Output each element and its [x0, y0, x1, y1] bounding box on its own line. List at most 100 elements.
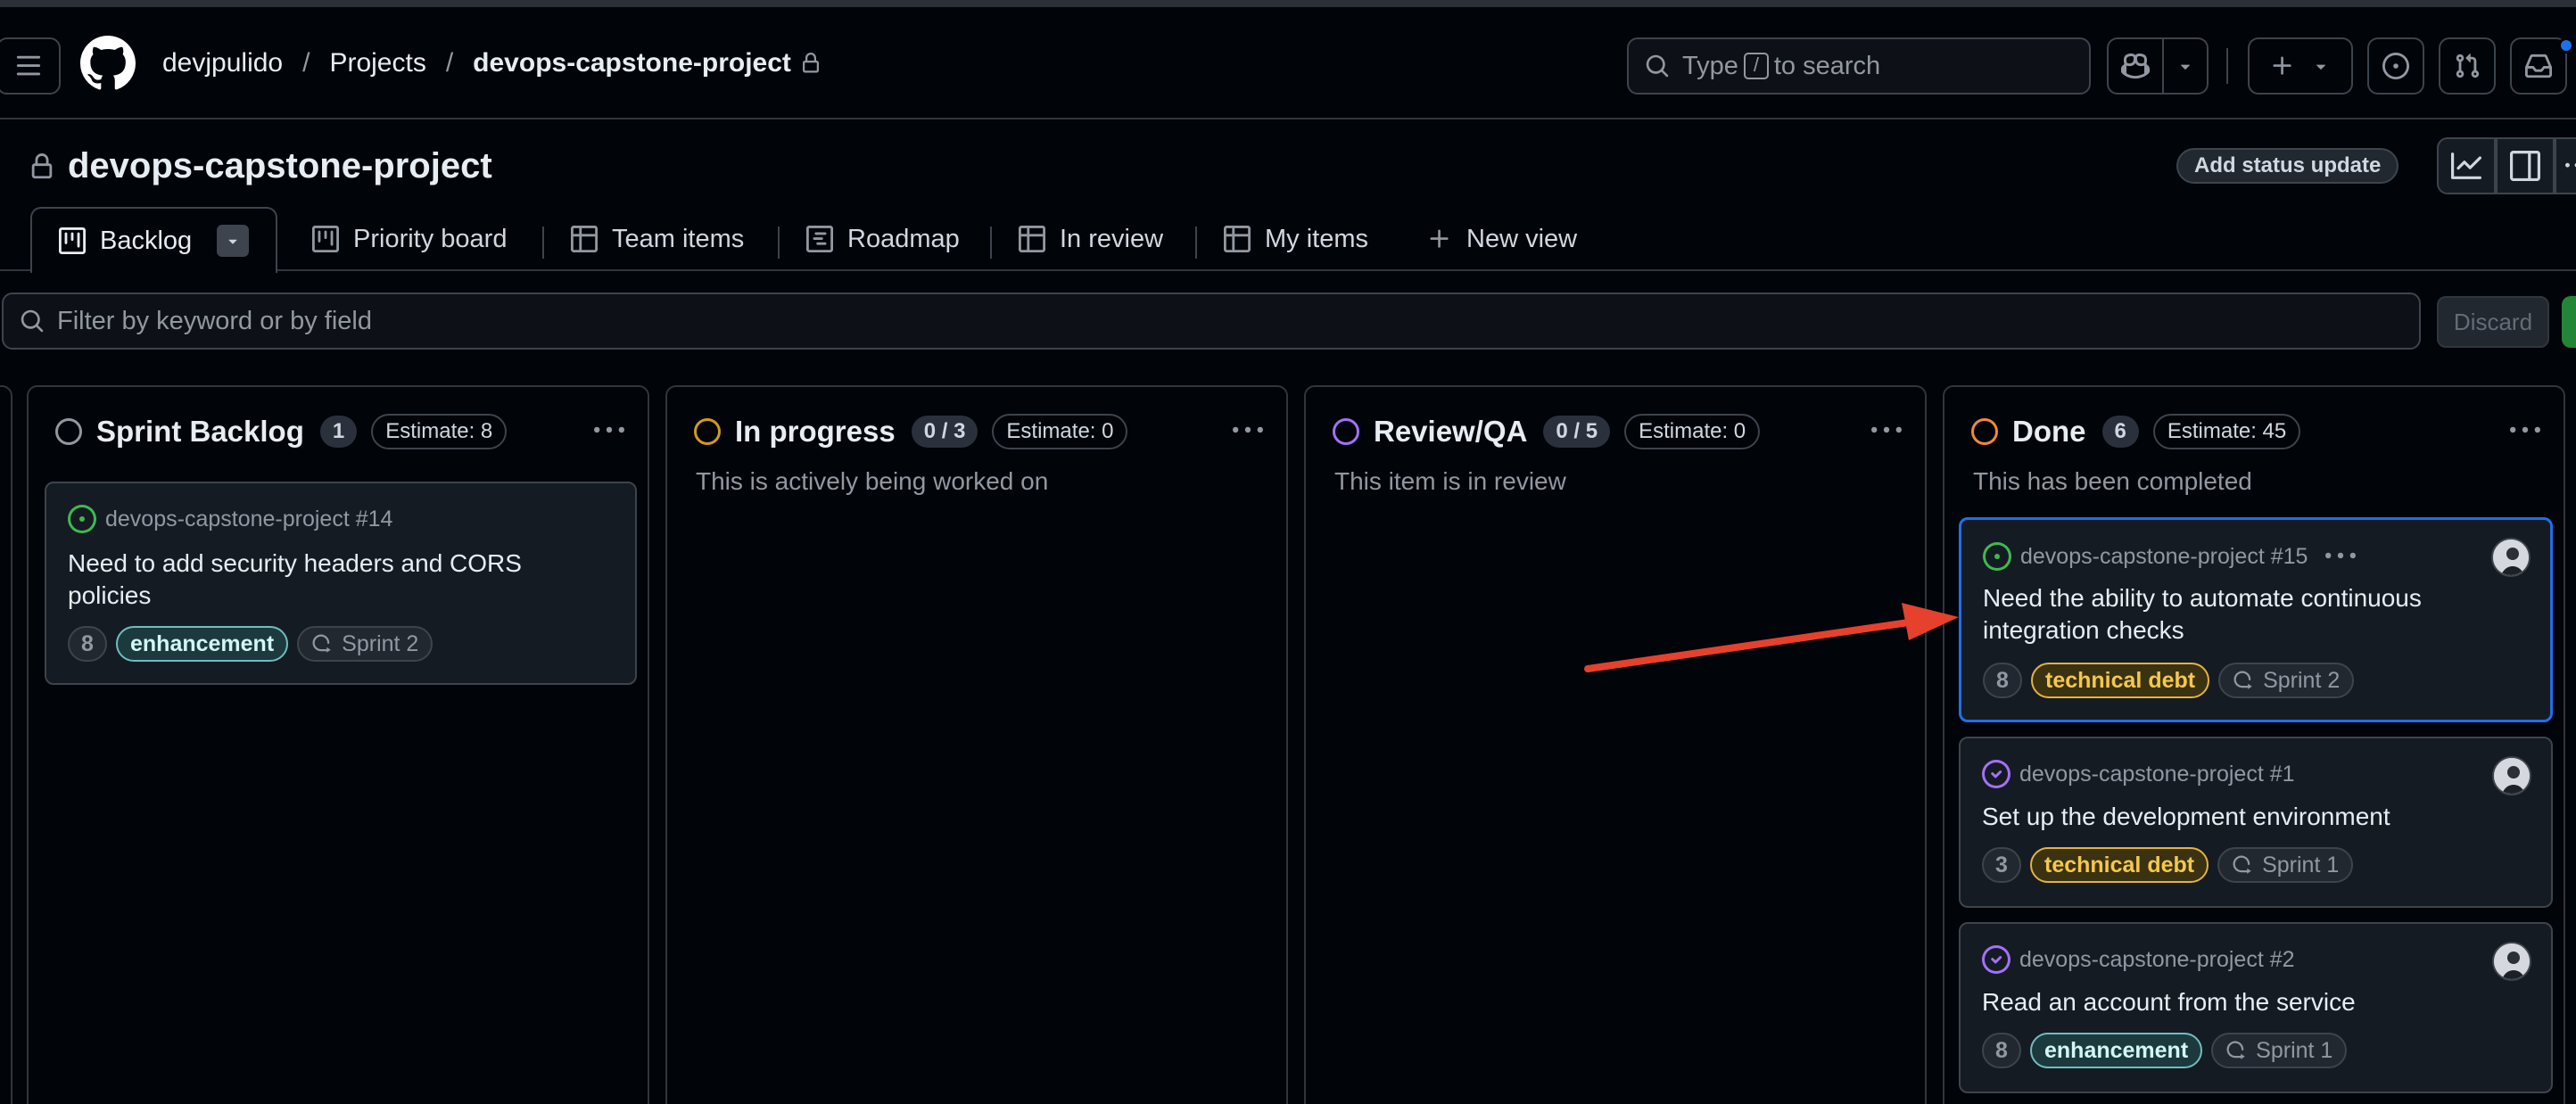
- breadcrumb: devjpulido / Projects / devops-capstone-…: [162, 48, 822, 78]
- breadcrumb-projects[interactable]: Projects: [329, 48, 425, 78]
- column-sprint-backlog: Sprint Backlog 1 Estimate: 8 devops-caps…: [27, 385, 649, 1104]
- issue-card-selected[interactable]: devops-capstone-project #15 Need the abi…: [1959, 517, 2553, 722]
- estimate-pill: 8: [1982, 1033, 2021, 1068]
- iteration-pill: Sprint 2: [297, 626, 433, 662]
- card-title[interactable]: Need the ability to automate continuous …: [1983, 582, 2422, 647]
- card-reference: devops-capstone-project #1: [1982, 760, 2295, 788]
- column-header: Sprint Backlog 1 Estimate: 8: [55, 414, 508, 449]
- label-pill[interactable]: enhancement: [116, 626, 289, 662]
- tab-my-items[interactable]: My items: [1224, 207, 1368, 271]
- column-count: 0 / 3: [911, 416, 978, 448]
- toggle-sidebar-button[interactable]: [2496, 137, 2555, 194]
- search-shortcut-key: /: [1743, 53, 1769, 79]
- column-count: 0 / 5: [1543, 416, 1611, 448]
- plus-icon: [2273, 56, 2291, 75]
- search-icon: [1646, 54, 1669, 78]
- estimate-pill: 3: [1982, 847, 2021, 883]
- column-header: Review/QA 0 / 5 Estimate: 0: [1333, 414, 1761, 449]
- arrow-head: [1902, 603, 1959, 640]
- card-title[interactable]: Need to add security headers and CORS po…: [68, 548, 522, 612]
- assignee-avatar[interactable]: [2492, 756, 2531, 795]
- status-circle-icon: [694, 418, 721, 445]
- kebab-horizontal-icon: [2565, 162, 2576, 168]
- insights-button[interactable]: [2437, 137, 2496, 194]
- sidebar-expand-icon: [2510, 151, 2540, 181]
- card-fields: 8 technical debt Sprint 2: [1983, 663, 2363, 698]
- column-menu-button[interactable]: [2510, 416, 2540, 446]
- annotation-arrow: [1584, 603, 1959, 672]
- card-fields: 3 technical debt Sprint 1: [1982, 847, 2362, 883]
- issue-closed-icon: [1982, 760, 2010, 788]
- assignee-avatar[interactable]: [2491, 538, 2531, 577]
- tab-divider: [990, 227, 992, 259]
- column-estimate: Estimate: 8: [371, 414, 508, 449]
- tab-label: My items: [1265, 224, 1368, 253]
- discard-button[interactable]: Discard: [2437, 296, 2549, 348]
- card-fields: 8 enhancement Sprint 1: [1982, 1033, 2356, 1068]
- issue-card[interactable]: devops-capstone-project #2 Read an accou…: [1959, 922, 2553, 1093]
- kebab-horizontal-icon[interactable]: [2325, 541, 2357, 572]
- card-ref-text[interactable]: devops-capstone-project #14: [105, 507, 392, 532]
- card-ref-text[interactable]: devops-capstone-project #1: [2019, 762, 2295, 787]
- kebab-horizontal-icon: [594, 426, 624, 433]
- assignee-avatar[interactable]: [2492, 942, 2531, 981]
- breadcrumb-owner[interactable]: devjpulido: [162, 48, 283, 78]
- label-pill[interactable]: technical debt: [2030, 847, 2209, 883]
- more-options-button[interactable]: [2555, 137, 2576, 194]
- card-reference: devops-capstone-project #15: [1983, 541, 2365, 572]
- filter-input[interactable]: Filter by keyword or by field: [2, 292, 2421, 350]
- tab-options-caret[interactable]: [217, 225, 250, 257]
- tab-priority-board[interactable]: Priority board: [312, 207, 507, 271]
- plus-icon: [1430, 229, 1449, 248]
- board-icon: [59, 227, 86, 254]
- tab-in-review[interactable]: In review: [1019, 207, 1163, 271]
- tab-roadmap[interactable]: Roadmap: [806, 207, 960, 271]
- menu-button[interactable]: [0, 37, 61, 95]
- column-menu-button[interactable]: [594, 416, 624, 446]
- chevron-down-icon[interactable]: [2164, 56, 2207, 76]
- card-title[interactable]: Set up the development environment: [1982, 801, 2390, 833]
- tab-divider: [778, 227, 780, 259]
- pull-requests-button[interactable]: [2439, 37, 2496, 95]
- tab-divider: [1195, 227, 1197, 259]
- card-title-line: integration checks: [1983, 616, 2184, 644]
- card-title-line: Read an account from the service: [1982, 988, 2356, 1016]
- issue-card[interactable]: devops-capstone-project #1 Set up the de…: [1959, 737, 2553, 908]
- column-review-qa: Review/QA 0 / 5 Estimate: 0 This item is…: [1304, 385, 1927, 1104]
- issue-card[interactable]: devops-capstone-project #14 Need to add …: [45, 482, 637, 685]
- iteration-text: Sprint 1: [2256, 1037, 2333, 1063]
- column-estimate: Estimate: 45: [2152, 414, 2301, 449]
- new-view-button[interactable]: New view: [1427, 207, 1577, 271]
- estimate-pill: 8: [1983, 663, 2022, 698]
- create-new-button[interactable]: [2248, 37, 2353, 95]
- save-view-button[interactable]: [2562, 296, 2576, 348]
- arrow-shaft: [1584, 619, 1912, 672]
- github-logo-icon[interactable]: [80, 36, 136, 91]
- card-reference: devops-capstone-project #14: [68, 505, 392, 533]
- card-title[interactable]: Read an account from the service: [1982, 986, 2356, 1018]
- global-search-input[interactable]: Type / to search: [1627, 37, 2091, 95]
- card-title-line: Set up the development environment: [1982, 803, 2390, 830]
- column-menu-button[interactable]: [1871, 416, 1902, 446]
- breadcrumb-project[interactable]: devops-capstone-project: [473, 48, 791, 78]
- iteration-pill: Sprint 1: [2211, 1033, 2348, 1068]
- column-count: 6: [2101, 416, 2139, 448]
- search-placeholder-pre: Type: [1682, 51, 1738, 80]
- card-ref-text[interactable]: devops-capstone-project #15: [2020, 544, 2308, 570]
- view-tabs: Backlog Priority board Team items Roadma…: [0, 207, 2576, 273]
- column-title: Sprint Backlog: [96, 415, 304, 448]
- copilot-button[interactable]: [2107, 37, 2209, 95]
- issue-opened-icon: [68, 505, 96, 533]
- column-menu-button[interactable]: [1233, 416, 1263, 446]
- tab-team-items[interactable]: Team items: [571, 207, 744, 271]
- tab-backlog[interactable]: Backlog: [30, 207, 278, 273]
- issues-button[interactable]: [2367, 37, 2424, 95]
- add-status-update-button[interactable]: Add status update: [2176, 148, 2399, 184]
- iterations-icon: [2233, 671, 2252, 689]
- label-pill[interactable]: technical debt: [2031, 663, 2210, 698]
- issue-closed-icon: [1982, 945, 2010, 974]
- card-ref-text[interactable]: devops-capstone-project #2: [2019, 947, 2295, 973]
- iteration-text: Sprint 1: [2262, 852, 2340, 877]
- label-pill[interactable]: enhancement: [2030, 1033, 2203, 1068]
- tab-label: Priority board: [353, 224, 508, 253]
